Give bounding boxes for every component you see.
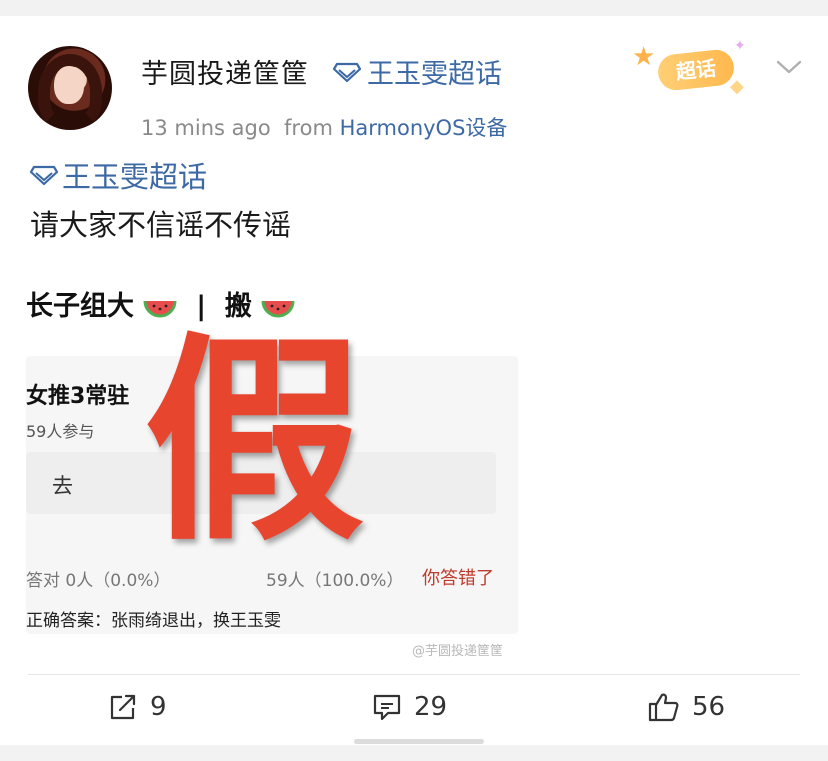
post-card: 芋圆投递筐筐 王玉雯超话 13 mins ago from HarmonyOS设… bbox=[0, 16, 828, 745]
supertopic-tag[interactable]: 王玉雯超话 bbox=[333, 52, 502, 91]
quiz-count: 59人参与 bbox=[26, 422, 95, 441]
like-button[interactable]: 56 bbox=[648, 692, 725, 722]
fake-stamp: 假 bbox=[144, 314, 365, 570]
star-icon: ★ bbox=[632, 42, 656, 72]
post-time: 13 mins ago bbox=[141, 116, 271, 140]
comment-count: 29 bbox=[414, 692, 448, 722]
topic-link[interactable]: 王玉雯超话 bbox=[29, 154, 208, 196]
like-count: 56 bbox=[692, 692, 726, 722]
badge-label: 超话 bbox=[656, 48, 736, 92]
username[interactable]: 芋圆投递筐筐 bbox=[141, 52, 309, 91]
divider bbox=[28, 674, 800, 675]
thumbs-up-icon bbox=[648, 693, 679, 722]
repost-count: 9 bbox=[150, 692, 167, 722]
chevron-down-icon[interactable] bbox=[776, 58, 802, 76]
comment-button[interactable]: 29 bbox=[372, 692, 447, 722]
post-meta: 13 mins ago from HarmonyOS设备 bbox=[141, 112, 507, 142]
comment-icon bbox=[373, 694, 401, 721]
diamond-icon bbox=[29, 158, 59, 192]
supertopic-tag-label: 王玉雯超话 bbox=[367, 59, 502, 90]
quiz-answer: 正确答案：张雨绮退出，换王玉雯 bbox=[26, 611, 281, 631]
avatar-face bbox=[54, 66, 84, 104]
supertopic-badge[interactable]: ★ 超话 ✦ ◆ bbox=[632, 38, 758, 100]
sparkle-icon: ◆ bbox=[730, 76, 744, 97]
topic-link-label: 王玉雯超话 bbox=[62, 160, 208, 194]
post-text: 请大家不信谣不传谣 bbox=[30, 208, 292, 242]
diamond-icon bbox=[333, 62, 361, 82]
image-title-prefix: 长子组大 bbox=[26, 291, 134, 322]
quiz-title: 女推3常驻 bbox=[26, 384, 130, 409]
from-label: from bbox=[284, 116, 333, 140]
repost-button[interactable]: 9 bbox=[108, 692, 167, 722]
home-indicator bbox=[354, 739, 484, 744]
repost-icon bbox=[110, 694, 136, 720]
avatar[interactable] bbox=[28, 46, 112, 130]
quiz-option-text: 去 bbox=[52, 474, 73, 498]
bottom-bar bbox=[0, 745, 828, 761]
post-source[interactable]: HarmonyOS设备 bbox=[340, 116, 508, 140]
post-image[interactable]: 长子组大 | 搬 女推3常驻 59人参与 去 答对 0人（0.0%） 59人（1… bbox=[26, 264, 546, 664]
image-watermark: @芋圆投递筐筐 bbox=[412, 644, 504, 659]
wrong-label: 你答错了 bbox=[422, 568, 494, 589]
sparkle-icon: ✦ bbox=[734, 38, 746, 54]
